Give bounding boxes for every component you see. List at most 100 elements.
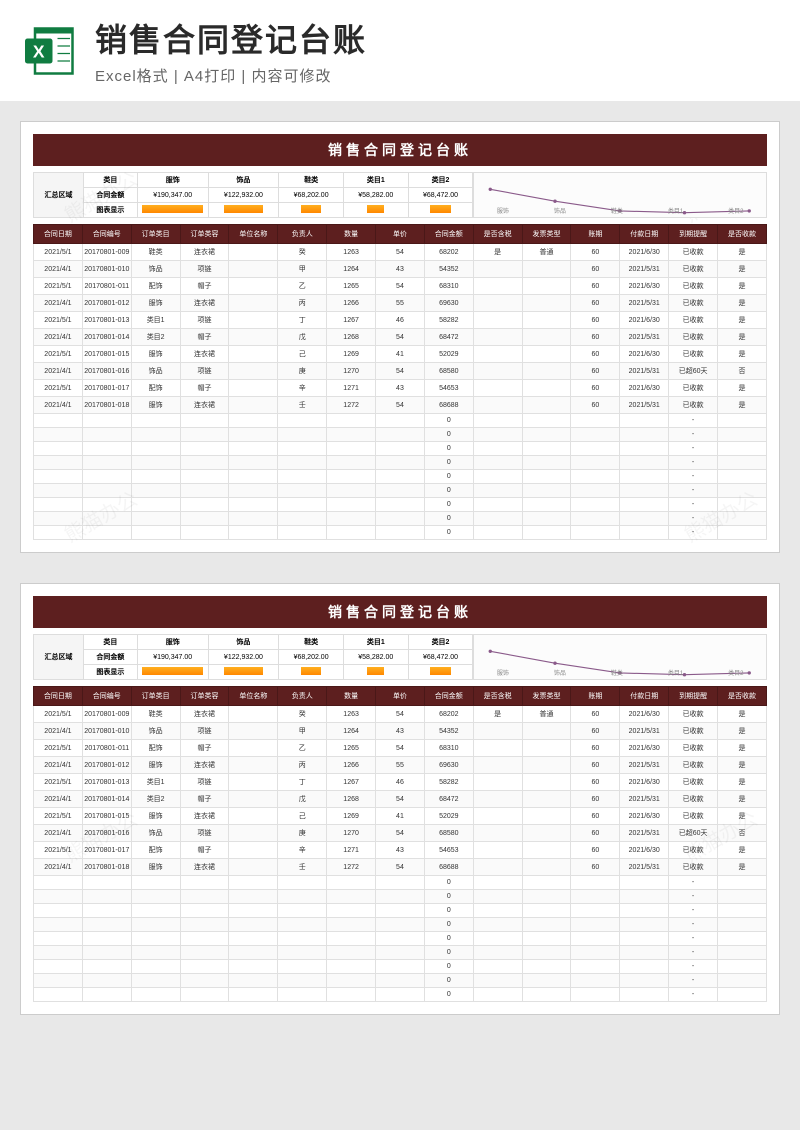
- table-cell: [131, 498, 180, 512]
- table-cell: [278, 988, 327, 1002]
- table-cell: 类目2: [131, 329, 180, 346]
- table-row: 0-: [34, 470, 767, 484]
- category-bar-cell: [408, 665, 473, 680]
- table-cell: [522, 723, 571, 740]
- summary-section: 汇总区域类目服饰饰品鞋类类目1类目2合同金额¥190,347.00¥122,93…: [33, 172, 767, 218]
- table-cell: [327, 918, 376, 932]
- table-cell: [278, 974, 327, 988]
- table-cell: 2021/5/1: [34, 346, 83, 363]
- table-cell: 52029: [424, 808, 473, 825]
- table-cell: [718, 470, 767, 484]
- table-cell: 2021/6/30: [620, 244, 669, 261]
- table-cell: 配饰: [131, 842, 180, 859]
- table-cell: 60: [571, 329, 620, 346]
- table-cell: [131, 932, 180, 946]
- table-cell: [34, 960, 83, 974]
- table-cell: -: [669, 932, 718, 946]
- table-cell: 已收款: [669, 808, 718, 825]
- table-cell: 配饰: [131, 740, 180, 757]
- table-cell: [82, 960, 131, 974]
- table-cell: 已收款: [669, 740, 718, 757]
- table-cell: 帽子: [180, 329, 229, 346]
- table-cell: 丁: [278, 774, 327, 791]
- table-cell: [327, 428, 376, 442]
- table-row: 2021/4/120170801-010饰品项链甲126443543526020…: [34, 261, 767, 278]
- table-cell: [376, 904, 425, 918]
- table-cell: [473, 312, 522, 329]
- table-cell: [82, 932, 131, 946]
- table-cell: [131, 988, 180, 1002]
- table-cell: -: [669, 918, 718, 932]
- table-cell: 0: [424, 960, 473, 974]
- table-cell: [473, 932, 522, 946]
- table-cell: 已收款: [669, 278, 718, 295]
- bar-icon: [367, 667, 384, 675]
- category-name: 服饰: [137, 635, 208, 650]
- column-header: 合同金额: [424, 687, 473, 706]
- table-cell: [718, 932, 767, 946]
- page-title: 销售合同登记台账: [95, 15, 780, 61]
- table-cell: [278, 414, 327, 428]
- table-cell: -: [669, 442, 718, 456]
- table-cell: [620, 904, 669, 918]
- chart-axis-label: 类目2: [728, 668, 743, 677]
- table-cell: [473, 960, 522, 974]
- table-cell: [82, 904, 131, 918]
- table-cell: [327, 946, 376, 960]
- table-cell: 2021/6/30: [620, 346, 669, 363]
- table-cell: 1263: [327, 706, 376, 723]
- table-cell: 己: [278, 346, 327, 363]
- table-cell: [278, 904, 327, 918]
- table-cell: 0: [424, 974, 473, 988]
- table-cell: [522, 904, 571, 918]
- table-cell: 20170801-017: [82, 842, 131, 859]
- category-bar-cell: [137, 665, 208, 680]
- table-cell: 连衣裙: [180, 706, 229, 723]
- table-cell: 2021/4/1: [34, 859, 83, 876]
- table-cell: [522, 918, 571, 932]
- category-amount: ¥68,202.00: [279, 188, 344, 203]
- table-row: 0-: [34, 946, 767, 960]
- bar-icon: [224, 667, 263, 675]
- table-cell: 类目1: [131, 312, 180, 329]
- table-cell: 20170801-013: [82, 312, 131, 329]
- table-cell: [180, 974, 229, 988]
- table-cell: [327, 442, 376, 456]
- table-cell: -: [669, 456, 718, 470]
- table-cell: 甲: [278, 723, 327, 740]
- table-cell: [718, 512, 767, 526]
- table-cell: [229, 723, 278, 740]
- table-cell: [229, 456, 278, 470]
- table-cell: [620, 470, 669, 484]
- table-cell: [718, 946, 767, 960]
- table-cell: 68202: [424, 706, 473, 723]
- table-row: 2021/4/120170801-012服饰连衣裙丙12665569630602…: [34, 295, 767, 312]
- page-header: X 销售合同登记台账 Excel格式 | A4打印 | 内容可修改: [0, 0, 800, 101]
- table-cell: 项链: [180, 261, 229, 278]
- table-cell: [180, 918, 229, 932]
- table-cell: 0: [424, 890, 473, 904]
- table-cell: [180, 428, 229, 442]
- table-cell: 2021/5/1: [34, 380, 83, 397]
- table-cell: [82, 946, 131, 960]
- table-cell: [473, 890, 522, 904]
- table-cell: 戊: [278, 329, 327, 346]
- table-cell: 项链: [180, 312, 229, 329]
- table-cell: [229, 890, 278, 904]
- table-cell: [229, 442, 278, 456]
- table-cell: [473, 456, 522, 470]
- table-cell: 已收款: [669, 380, 718, 397]
- chart-axis-label: 类目1: [668, 206, 683, 215]
- table-cell: [522, 932, 571, 946]
- table-cell: [718, 974, 767, 988]
- table-cell: 2021/4/1: [34, 397, 83, 414]
- table-cell: [473, 918, 522, 932]
- table-cell: 饰品: [131, 723, 180, 740]
- table-cell: 2021/6/30: [620, 740, 669, 757]
- table-cell: [473, 484, 522, 498]
- table-cell: 43: [376, 723, 425, 740]
- table-cell: 68472: [424, 791, 473, 808]
- table-cell: 2021/6/30: [620, 312, 669, 329]
- bar-icon: [367, 205, 384, 213]
- table-cell: [229, 904, 278, 918]
